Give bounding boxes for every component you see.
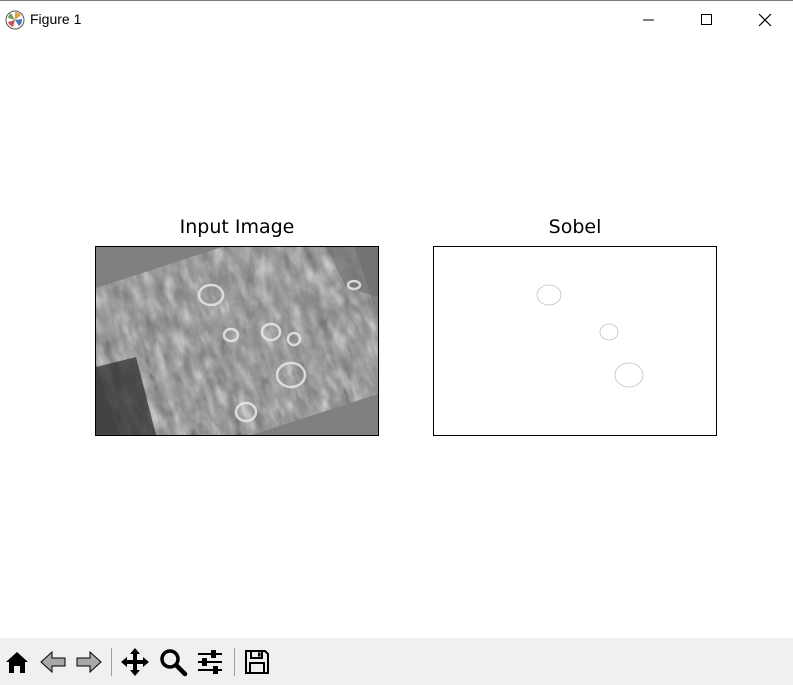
toolbar-separator (234, 648, 235, 676)
pan-move-icon (121, 648, 149, 676)
configure-subplots-button[interactable] (193, 644, 227, 680)
close-icon (758, 13, 772, 26)
zoom-magnifier-icon (160, 649, 188, 677)
right-subplot-title: Sobel (548, 216, 602, 238)
sobel-image-axes[interactable] (433, 246, 717, 436)
minimize-button[interactable] (620, 1, 678, 38)
navigation-toolbar (0, 638, 793, 685)
zoom-button[interactable] (156, 644, 190, 680)
back-arrow-icon (40, 650, 66, 674)
home-icon (6, 652, 28, 673)
back-button[interactable] (36, 644, 70, 680)
input-image-axes[interactable] (95, 246, 379, 436)
toolbar-separator (111, 648, 112, 676)
maximize-button[interactable] (678, 1, 736, 38)
window-titlebar: Figure 1 (0, 0, 793, 38)
pan-button[interactable] (118, 644, 152, 680)
window-title: Figure 1 (30, 11, 82, 27)
save-floppy-icon (245, 650, 269, 674)
close-button[interactable] (736, 1, 793, 38)
sobel-image (434, 247, 716, 435)
input-image (96, 247, 378, 435)
forward-arrow-icon (76, 650, 102, 674)
figure-canvas[interactable]: Input Image Sobel (0, 38, 793, 638)
forward-button[interactable] (72, 644, 106, 680)
configure-subplots-icon (198, 650, 222, 674)
minimize-icon (643, 19, 654, 20)
maximize-icon (701, 13, 712, 25)
save-button[interactable] (240, 644, 274, 680)
matplotlib-logo-icon (5, 10, 25, 30)
home-button[interactable] (0, 644, 34, 680)
left-subplot-title: Input Image (179, 216, 295, 238)
